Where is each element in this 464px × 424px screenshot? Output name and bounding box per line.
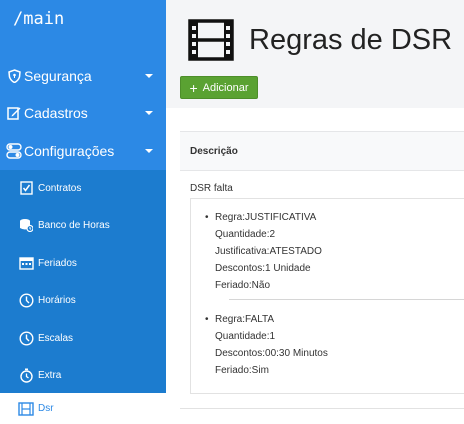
bullet-icon: • bbox=[205, 314, 209, 325]
chevron-down-icon bbox=[145, 74, 153, 78]
rules-box: • Regra:JUSTIFICATIVA Quantidade:2 Justi… bbox=[190, 198, 464, 394]
stopwatch-icon bbox=[18, 367, 34, 383]
rule-line: Descontos:00:30 Minutos bbox=[215, 348, 328, 359]
sidebar-item-label: Horários bbox=[38, 294, 76, 306]
nav-item-seguranca[interactable]: Segurança bbox=[0, 59, 166, 93]
table-header: Descrição bbox=[180, 131, 464, 171]
sidebar-item-label: Banco de Horas bbox=[38, 219, 110, 231]
clock-icon bbox=[18, 292, 34, 308]
list-item: • Regra:FALTA Quantidade:1 Descontos:00:… bbox=[205, 311, 328, 379]
clock-icon bbox=[18, 330, 34, 346]
list-item: • Regra:JUSTIFICATIVA Quantidade:2 Justi… bbox=[205, 209, 322, 294]
sidebar-item-contratos[interactable]: Contratos bbox=[0, 170, 166, 206]
sidebar-item-label: Dsr bbox=[38, 403, 54, 414]
page-header: Regras de DSR + Adicionar bbox=[166, 0, 464, 108]
column-header-descricao[interactable]: Descrição bbox=[190, 146, 238, 157]
rule-line: Regra:FALTA bbox=[215, 314, 275, 325]
nav-item-label: Cadastros bbox=[24, 105, 88, 121]
nav-item-cadastros[interactable]: Cadastros bbox=[0, 96, 166, 130]
film-icon bbox=[188, 19, 234, 61]
sidebar-item-label: Contratos bbox=[38, 182, 82, 194]
rule-line: Feriado:Não bbox=[215, 280, 271, 291]
sidebar-item-label: Feriados bbox=[38, 257, 77, 269]
submenu-configuracoes: Contratos Banco de Horas Feriados Horári… bbox=[0, 170, 166, 393]
nav-item-label: Segurança bbox=[24, 68, 92, 84]
shield-icon bbox=[6, 68, 22, 84]
film-icon bbox=[18, 401, 34, 417]
sidebar-item-label: Extra bbox=[38, 369, 62, 381]
sidebar-item-label: Escalas bbox=[38, 332, 74, 344]
add-button[interactable]: + Adicionar bbox=[180, 76, 258, 99]
toggle-icon bbox=[6, 143, 22, 159]
rule-line: Descontos:1 Unidade bbox=[215, 263, 311, 274]
sidebar-item-extra[interactable]: Extra bbox=[0, 357, 166, 393]
sidebar-item-dsr[interactable]: Dsr bbox=[0, 393, 166, 424]
rule-line: Justificativa:ATESTADO bbox=[215, 246, 322, 257]
nav-item-configuracoes[interactable]: Configurações bbox=[0, 134, 166, 168]
plus-icon: + bbox=[189, 79, 198, 96]
add-button-label: Adicionar bbox=[202, 81, 249, 94]
row-label: DSR falta bbox=[190, 183, 233, 194]
nav-item-label: Configurações bbox=[24, 143, 115, 159]
sidebar-item-escalas[interactable]: Escalas bbox=[0, 320, 166, 356]
rule-line: Quantidade:1 bbox=[215, 331, 276, 342]
sidebar-item-banco-de-horas[interactable]: Banco de Horas bbox=[0, 207, 166, 243]
edit-icon bbox=[6, 105, 22, 121]
rule-line: Regra:JUSTIFICATIVA bbox=[215, 212, 317, 223]
rule-line: Quantidade:2 bbox=[215, 229, 276, 240]
page-title: Regras de DSR bbox=[249, 24, 453, 56]
divider bbox=[180, 408, 464, 409]
calendar-icon bbox=[18, 255, 34, 271]
check-document-icon bbox=[18, 180, 34, 196]
bullet-icon: • bbox=[205, 212, 209, 223]
main-content: Regras de DSR + Adicionar Descrição DSR … bbox=[166, 0, 464, 424]
chevron-down-icon bbox=[145, 111, 153, 115]
sidebar-item-horarios[interactable]: Horários bbox=[0, 282, 166, 318]
brand-logo[interactable]: /main bbox=[13, 9, 64, 29]
sidebar-item-feriados[interactable]: Feriados bbox=[0, 245, 166, 281]
sidebar: /main Segurança Cadastros Configurações … bbox=[0, 0, 166, 424]
rule-line: Feriado:Sim bbox=[215, 365, 269, 376]
database-icon bbox=[18, 217, 34, 233]
divider bbox=[229, 299, 464, 300]
chevron-down-icon bbox=[145, 149, 153, 153]
